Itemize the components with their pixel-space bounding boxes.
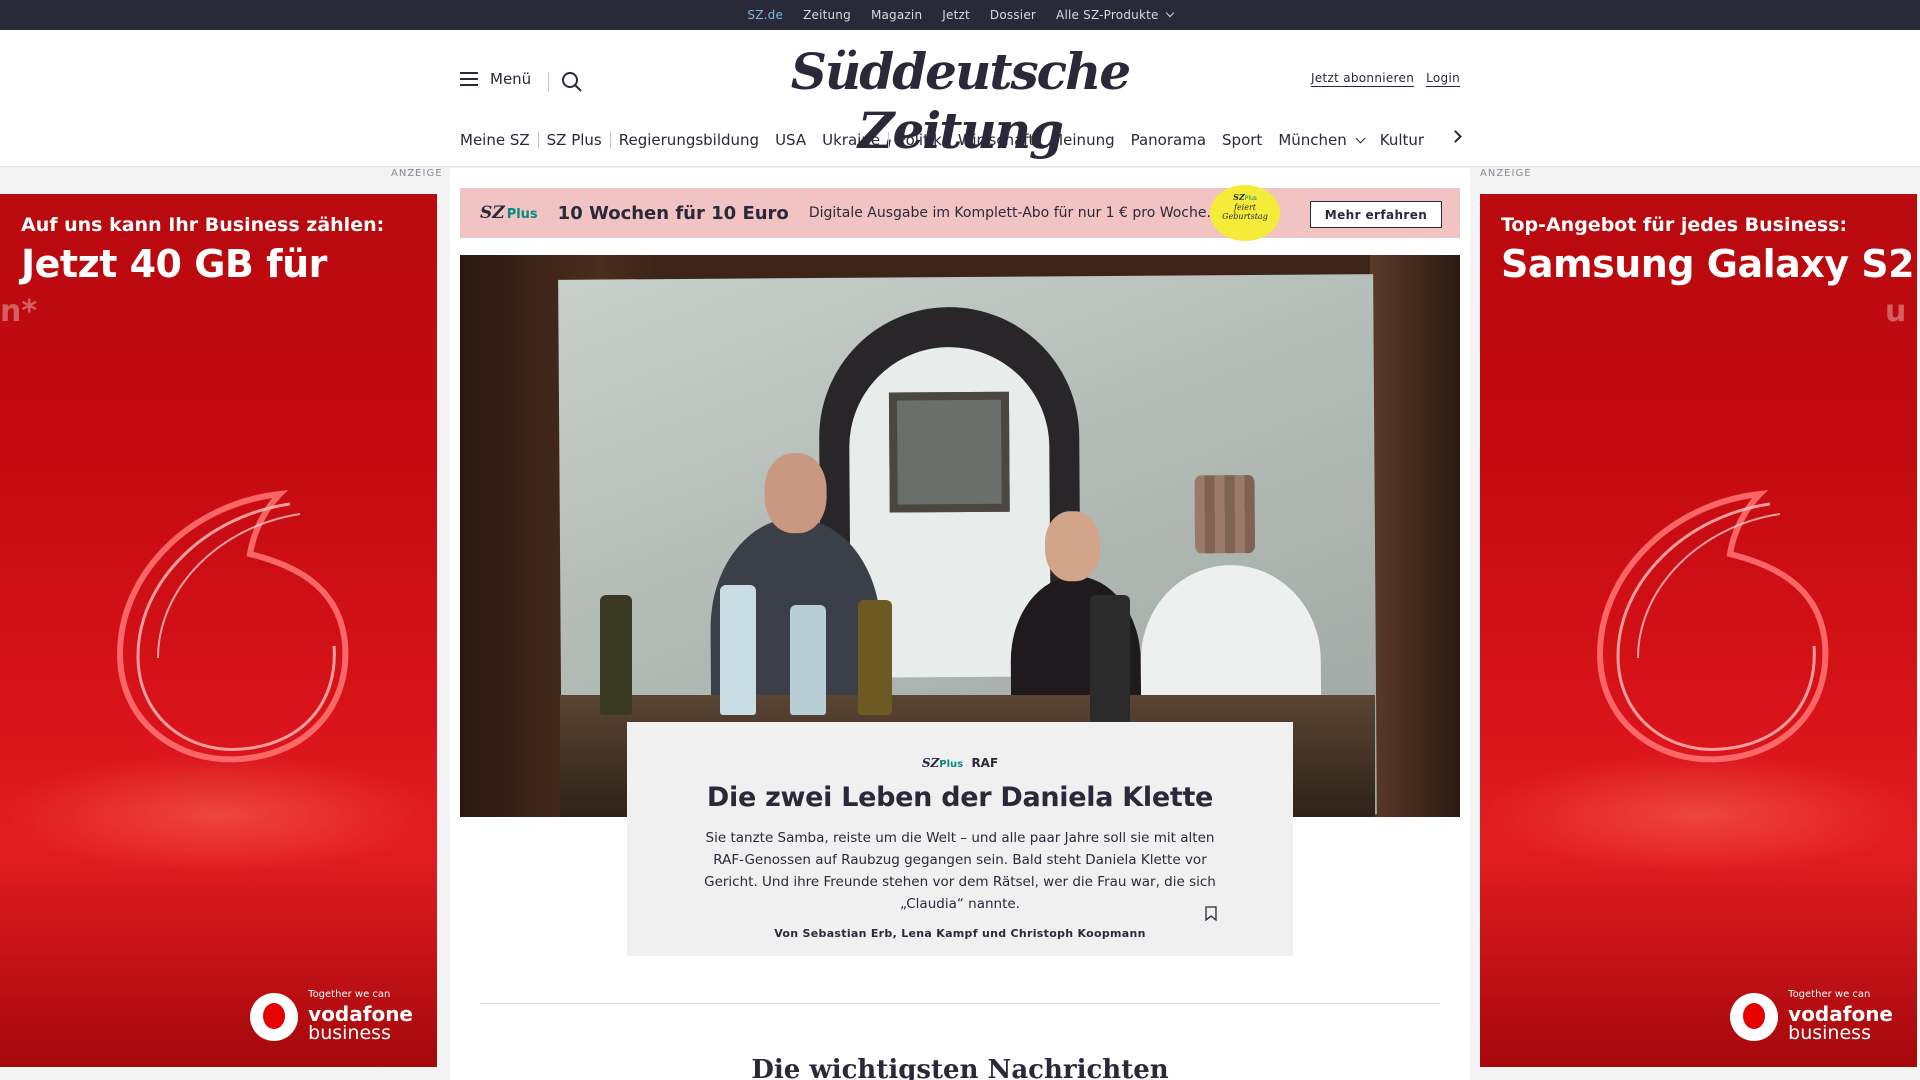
szplus-badge-plus: Plus [939, 759, 964, 770]
badge-plus: Plus [1244, 195, 1257, 202]
szplus-promo-banner[interactable]: SZ Plus 10 Wochen für 10 Euro Digitale Au… [460, 185, 1460, 241]
nav-item-sport[interactable]: Sport [1214, 131, 1270, 149]
szplus-badge-sz: SZ [921, 756, 940, 770]
site-header: Menü Süddeutsche Zeitung Jetzt abonniere… [0, 30, 1920, 167]
ad-headline: Jetzt 40 GB für [21, 242, 327, 286]
vodafone-speechmark-icon [1596, 490, 1829, 763]
article-teaser: Sie tanzte Samba, reiste um die Welt – u… [704, 830, 1216, 912]
szplus-logo-sz: SZ [480, 203, 505, 223]
brand-sub: business [308, 1022, 391, 1044]
nav-item-kultur[interactable]: Kultur [1372, 131, 1432, 149]
brand-name: vodafone [308, 1002, 413, 1026]
chevron-down-icon [1165, 8, 1174, 18]
vodafone-speechmark-icon [116, 490, 349, 763]
menu-button[interactable]: Menü [460, 70, 531, 88]
section-title: Die wichtigsten Nachrichten [751, 1055, 1169, 1080]
account-links: Jetzt abonnieren Login [1310, 71, 1460, 87]
article-kicker: SZPlus RAF [627, 756, 1293, 770]
vodafone-logo-icon [250, 992, 299, 1041]
topbar-link-all-products[interactable]: Alle SZ-Produkte [1056, 8, 1174, 22]
header-divider [548, 72, 549, 92]
ad-headline: Samsung Galaxy S25 [1501, 242, 1917, 286]
ad-banner-right[interactable]: Top-Angebot für jedes Business: Samsung … [1480, 194, 1917, 1067]
badge-text-1: feiert [1233, 202, 1257, 212]
chevron-down-icon [1355, 133, 1366, 144]
szplus-logo-plus: Plus [506, 207, 538, 222]
bookmark-icon[interactable] [1205, 906, 1217, 921]
ad-kicker: Auf uns kann Ihr Business zählen: [21, 214, 385, 236]
nav-item-sz-plus[interactable]: SZ Plus [539, 131, 610, 149]
brand-tagline: Together we can [308, 989, 391, 1000]
badge-text-2: Geburtstag [1222, 212, 1268, 222]
vodafone-logo-icon [1730, 992, 1779, 1041]
ad-label-right: ANZEIGE [1480, 168, 1532, 179]
szplus-logo: SZ Plus [480, 203, 538, 223]
product-nav: SZ.de Zeitung Magazin Jetzt Dossier Alle… [0, 0, 1920, 36]
topbar-link-jetzt[interactable]: Jetzt [942, 8, 970, 22]
ad-label-left: ANZEIGE [391, 168, 443, 179]
hamburger-icon [460, 72, 478, 86]
ad-glow [0, 754, 437, 874]
ad-ghost-text: u [1885, 294, 1907, 329]
ad-ghost-text: n* [0, 294, 38, 329]
menu-label: Menü [490, 70, 532, 88]
nav-item-meinung[interactable]: Meinung [1042, 131, 1122, 149]
ad-banner-left[interactable]: Auf uns kann Ihr Business zählen: Jetzt … [0, 194, 437, 1067]
brand-sub: business [1788, 1022, 1871, 1044]
topbar-link-dossier[interactable]: Dossier [990, 8, 1036, 22]
mirror [888, 391, 1010, 513]
top-bar: SZ.de Zeitung Magazin Jetzt Dossier Alle… [0, 0, 1920, 36]
main-content: SZ Plus 10 Wochen für 10 Euro Digitale Au… [450, 168, 1470, 1080]
nav-item-usa[interactable]: USA [767, 131, 814, 149]
all-products-label: Alle SZ-Produkte [1056, 8, 1159, 22]
badge-logo: SZ [1233, 192, 1245, 202]
vodafone-brand: Together we can vodafone business [250, 990, 413, 1043]
chevron-right-icon[interactable] [1449, 130, 1462, 143]
topbar-link-zeitung[interactable]: Zeitung [803, 8, 851, 22]
pixelated-face [1194, 474, 1256, 554]
vodafone-brand: Together we can vodafone business [1730, 990, 1893, 1043]
article-topic: RAF [971, 756, 999, 770]
brand-tagline: Together we can [1788, 989, 1871, 1000]
topbar-link-szde[interactable]: SZ.de [747, 8, 783, 36]
szplus-badge: SZPlus [922, 756, 963, 770]
ad-kicker: Top-Angebot für jedes Business: [1501, 214, 1848, 236]
login-link[interactable]: Login [1426, 71, 1460, 87]
nav-item-panorama[interactable]: Panorama [1123, 131, 1214, 149]
main-nav: Meine SZ SZ Plus Regierungsbildung USA U… [460, 126, 1462, 154]
nav-item-muenchen-label: München [1278, 131, 1347, 149]
nav-item-regierungsbildung[interactable]: Regierungsbildung [611, 131, 767, 149]
lead-article-card[interactable]: SZPlus RAF Die zwei Leben der Daniela Kl… [627, 722, 1293, 956]
promo-text: Digitale Ausgabe im Komplett-Abo für nur… [808, 205, 1211, 221]
birthday-badge: SZPlus feiert Geburtstag [1210, 185, 1280, 241]
nav-item-muenchen[interactable]: München [1270, 131, 1371, 149]
article-author: Von Sebastian Erb, Lena Kampf und Christ… [774, 927, 1146, 940]
article-title[interactable]: Die zwei Leben der Daniela Klette [627, 782, 1293, 813]
brand-name: vodafone [1788, 1002, 1893, 1026]
nav-item-ukraine[interactable]: Ukraine [814, 131, 888, 149]
promo-title: 10 Wochen für 10 Euro [557, 202, 789, 224]
nav-item-politik[interactable]: Politik [889, 131, 950, 149]
nav-item-meine-sz[interactable]: Meine SZ [460, 131, 538, 149]
learn-more-button[interactable]: Mehr erfahren [1310, 201, 1442, 228]
search-icon[interactable] [560, 70, 584, 94]
topbar-link-magazin[interactable]: Magazin [871, 8, 922, 22]
section-divider [480, 1003, 1440, 1004]
ad-glow [1480, 754, 1917, 874]
subscribe-link[interactable]: Jetzt abonnieren [1310, 71, 1415, 87]
nav-item-wirtschaft[interactable]: Wirtschaft [950, 131, 1042, 149]
